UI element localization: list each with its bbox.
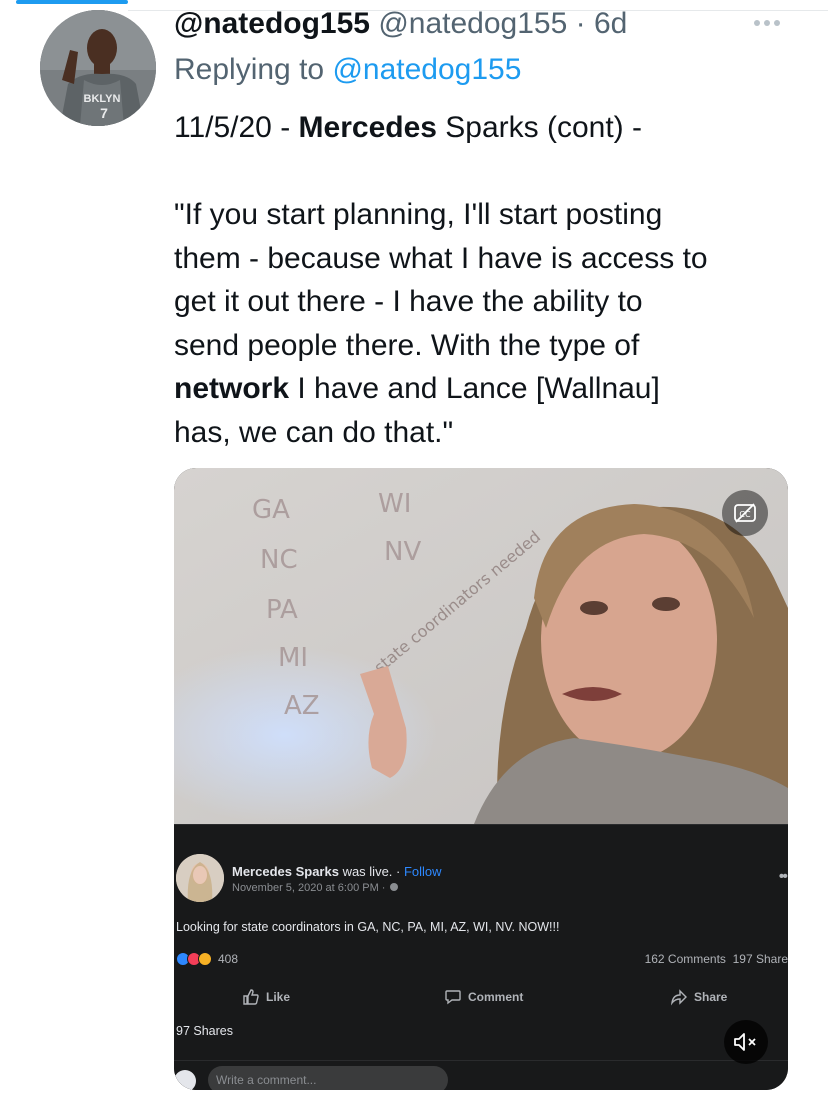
fb-shares-text[interactable]: 97 Shares [176,1024,233,1038]
fb-divider [174,1060,788,1061]
loading-progress-bar [16,0,128,4]
tweet-quote-line: send people there. With the type of [174,328,640,362]
tweet-bold-name: Mercedes [298,111,437,144]
author-display-name[interactable]: @natedog155 [174,7,370,40]
whiteboard-text: NC [260,545,298,575]
svg-text:BKLYN: BKLYN [84,93,121,105]
fb-action-bar: Like Comment Share [174,982,788,1012]
fb-was-live-text: was live. [338,864,393,879]
fb-author-line: Mercedes Sparks was live. · Follow [232,864,442,880]
tweet-text-span: I have and Lance [Wallnau] [289,372,660,405]
author-avatar[interactable]: BKLYN 7 [40,10,156,126]
fb-post-date: November 5, 2020 at 6:00 PM · [232,882,399,894]
fb-share-button[interactable]: Share [670,988,727,1006]
tweet-quote-line: has, we can do that." [174,415,454,449]
header-separator: · [567,7,594,40]
tweet-text: 11/5/20 - Mercedes Sparks (cont) - "If y… [174,106,804,454]
tweet-date-text: 11/5/20 - [174,111,299,144]
whiteboard-text: MI [278,643,308,673]
tweet-quote-line: get it out there - I have the ability to [174,285,643,318]
whiteboard-text: NV [384,537,421,567]
author-handle: @natedog155 · 6d [378,7,627,40]
tweet-header: @natedog155 @natedog155 · 6d [174,4,788,44]
fb-post-text: Looking for state coordinators in GA, NC… [176,920,560,934]
tweet-text-line: 11/5/20 - Mercedes Sparks (cont) - [174,106,804,150]
fb-author-avatar[interactable] [176,854,224,902]
share-arrow-icon [670,989,687,1006]
fb-comment-input[interactable]: Write a comment... [208,1066,448,1090]
svg-text:7: 7 [100,105,108,121]
fb-separator: · [392,864,404,879]
whiteboard-text: AZ [284,691,320,721]
more-dot [774,20,780,26]
whiteboard-text: GA [252,495,290,525]
fb-divider [174,824,788,825]
fb-like-label: Like [266,990,291,1004]
globe-icon [389,883,398,891]
fb-comment-label: Comment [468,990,524,1004]
replying-to: Replying to @natedog155 [174,50,521,90]
tweet-quote-line: "If you start planning, I'll start posti… [174,198,663,231]
haha-reaction-icon [198,952,212,966]
more-dot [764,20,770,26]
more-horizontal-icon[interactable] [754,18,784,28]
fb-shares-count[interactable]: 197 Share [733,952,788,966]
fb-author-name[interactable]: Mercedes Sparks [232,864,339,879]
fb-post-date-text[interactable]: November 5, 2020 at 6:00 PM · [232,882,385,894]
fb-commenter-avatar [174,1070,196,1090]
comment-bubble-icon [445,990,461,1005]
video-still-image: GA NC PA MI AZ WI NV state coordinators … [174,468,788,824]
whiteboard-text: PA [266,595,298,625]
fb-follow-button[interactable]: Follow [404,864,442,879]
replying-to-mention-link[interactable]: @natedog155 [332,53,521,86]
fb-share-label: Share [694,990,728,1004]
fb-more-icon[interactable]: •• [779,868,788,886]
whiteboard-text: WI [378,489,411,519]
fb-engagement-counts: 162 Comments 197 Share [645,952,788,966]
tweet-timestamp[interactable]: 6d [594,7,627,40]
more-dot [754,20,760,26]
fb-like-button[interactable]: Like [242,988,290,1006]
fb-comment-button[interactable]: Comment [444,988,523,1006]
tweet-video[interactable]: GA NC PA MI AZ WI NV state coordinators … [174,468,788,1090]
author-handle-text[interactable]: @natedog155 [378,7,567,40]
thumbs-up-icon [243,989,259,1005]
video-frame[interactable]: GA NC PA MI AZ WI NV state coordinators … [174,468,788,824]
fb-comments-count[interactable]: 162 Comments [645,952,726,966]
volume-muted-icon[interactable] [724,1020,768,1064]
tweet-text-span: Sparks (cont) - [436,111,643,144]
replying-to-prefix: Replying to [174,53,333,86]
facebook-post-card: Mercedes Sparks was live. · Follow Novem… [174,824,788,1090]
author-avatar-image: BKLYN 7 [40,10,156,126]
tweet-quote-line: them - because what I have is access to [174,241,708,275]
closed-captions-off-icon[interactable]: CC [722,490,768,536]
tweet-bold-word: network [174,372,290,405]
fb-reactions[interactable]: 408 [176,952,238,966]
fb-reaction-count: 408 [218,952,239,966]
tweet-quote-line: network I have and Lance [Wallnau] [174,367,804,411]
